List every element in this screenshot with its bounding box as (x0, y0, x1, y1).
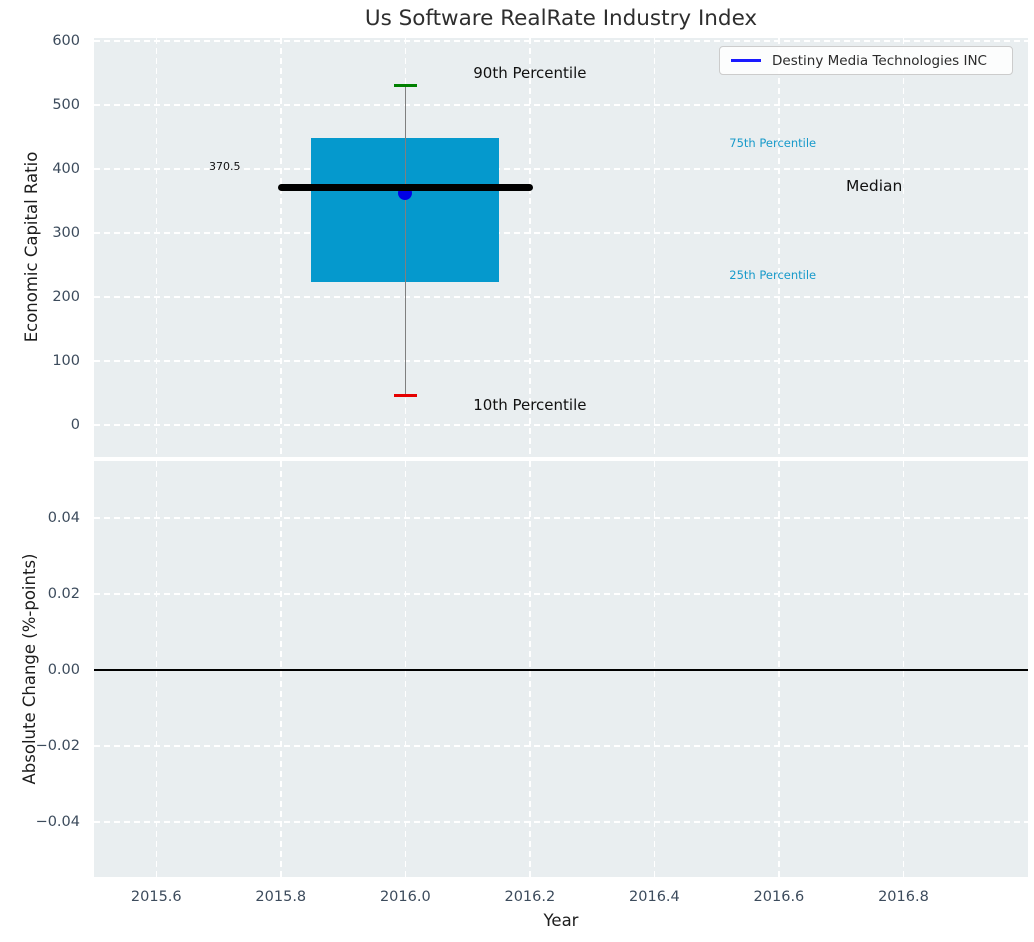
y-tick-label: 0.04 (47, 509, 80, 526)
chart-title: Us Software RealRate Industry Index (364, 6, 758, 31)
gridline-horizontal (94, 232, 1028, 234)
median-line (277, 184, 533, 192)
gridline-vertical (529, 38, 531, 457)
annotation-p75-percentile-label: 75th Percentile (729, 136, 817, 151)
y-tick-label: 600 (52, 33, 80, 50)
gridline-horizontal (94, 424, 1028, 426)
gridline-horizontal (94, 517, 1028, 519)
p90-cap (393, 84, 418, 87)
annotation-median-value-label: 370.5 (209, 159, 241, 173)
x-axis-label-year: Year (543, 911, 579, 930)
legend-label: Destiny Media Technologies INC (772, 52, 987, 69)
x-tick-label: 2016.8 (878, 889, 929, 905)
gridline-horizontal (94, 40, 1028, 42)
y-tick-label: 0 (70, 416, 80, 433)
x-tick-label: 2016.4 (629, 889, 680, 905)
gridline-vertical (902, 38, 905, 457)
gridline-horizontal (94, 104, 1028, 106)
gridline-vertical (653, 38, 656, 457)
annotation-median-label: Median (845, 176, 903, 195)
boxplot-figure: 600 500 400 300 200 100 0 0.04 0.02 0.00 −0.02 −0.0… (0, 0, 1034, 942)
gridline-horizontal (94, 296, 1028, 298)
y-axis-label-economic-capital-ratio: Economic Capital Ratio (22, 151, 41, 343)
y-tick-label: −0.04 (35, 813, 80, 830)
legend-line-sample-icon (731, 59, 761, 62)
gridline-vertical (155, 38, 158, 457)
gridline-horizontal (94, 821, 1028, 823)
x-tick-label: 2016.6 (753, 889, 805, 905)
chart-layer: 600 500 400 300 200 100 0 0.04 0.02 0.00 −0.02 −0.0… (0, 0, 1034, 942)
annotation-p25-percentile-label: 25th Percentile (729, 268, 817, 283)
gridline-horizontal (94, 360, 1028, 362)
x-tick-label: 2015.8 (255, 889, 307, 905)
gridline-vertical (280, 38, 282, 457)
boxplot-whisker-line (404, 85, 406, 396)
y-tick-label: 0.02 (47, 585, 80, 602)
y-tick-label: 0.00 (47, 661, 80, 678)
x-tick-label: 2016.0 (379, 889, 431, 905)
x-tick-label: 2015.6 (130, 889, 182, 905)
legend: Destiny Media Technologies INC (719, 46, 1013, 75)
gridline-horizontal (94, 745, 1028, 747)
annotation-p10-percentile-label: 10th Percentile (473, 395, 587, 414)
y-tick-label: −0.02 (35, 737, 80, 754)
y-axis-label-absolute-change: Absolute Change (%-points) (20, 553, 39, 785)
gridline-vertical (778, 38, 780, 457)
annotation-p90-percentile-label: 90th Percentile (473, 63, 587, 82)
x-tick-label: 2016.2 (504, 889, 556, 905)
plot-area-economic-capital-ratio (94, 38, 1028, 457)
zero-line (94, 669, 1028, 671)
gridline-horizontal (94, 593, 1028, 595)
